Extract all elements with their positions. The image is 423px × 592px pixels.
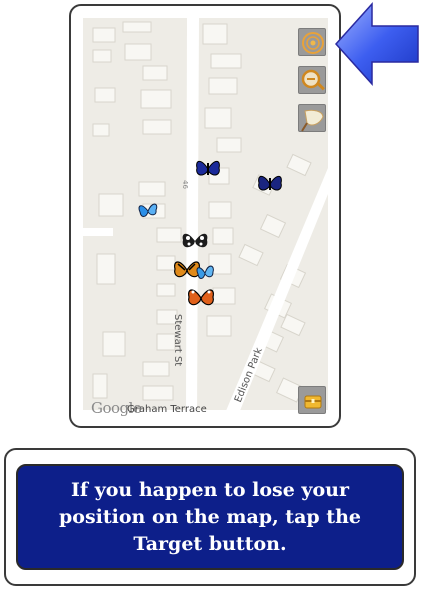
blue-arrow-icon bbox=[334, 2, 419, 86]
map-view[interactable]: 46 Stewart St Edison Park Google Graham … bbox=[83, 18, 328, 418]
butterfly-light-blue[interactable] bbox=[137, 200, 159, 222]
phone-screen-frame: 46 Stewart St Edison Park Google Graham … bbox=[69, 4, 341, 428]
butterfly-net-icon bbox=[301, 109, 324, 132]
target-icon bbox=[302, 32, 324, 54]
caption-text: If you happen to lose your position on t… bbox=[59, 478, 361, 555]
butterfly-orange[interactable] bbox=[187, 286, 215, 310]
butterfly-black-white[interactable] bbox=[181, 230, 209, 252]
butterfly-blue-small[interactable] bbox=[195, 262, 215, 284]
net-button[interactable] bbox=[298, 104, 326, 132]
street-label-stewart: Stewart St bbox=[172, 314, 183, 367]
zoom-button[interactable] bbox=[298, 66, 326, 94]
butterfly-dark-blue[interactable] bbox=[257, 173, 283, 195]
house-number-label: 46 bbox=[181, 180, 189, 189]
caption-box: If you happen to lose your position on t… bbox=[16, 464, 404, 570]
street-label-graham: Graham Terrace bbox=[127, 404, 207, 415]
butterfly-blue-swallowtail[interactable] bbox=[195, 158, 221, 180]
collection-button[interactable] bbox=[298, 386, 326, 414]
magnifier-icon bbox=[301, 69, 325, 91]
target-button[interactable] bbox=[298, 28, 326, 56]
street-map-base bbox=[83, 18, 328, 418]
treasure-chest-icon bbox=[304, 395, 322, 409]
caption-frame: If you happen to lose your position on t… bbox=[4, 448, 416, 586]
